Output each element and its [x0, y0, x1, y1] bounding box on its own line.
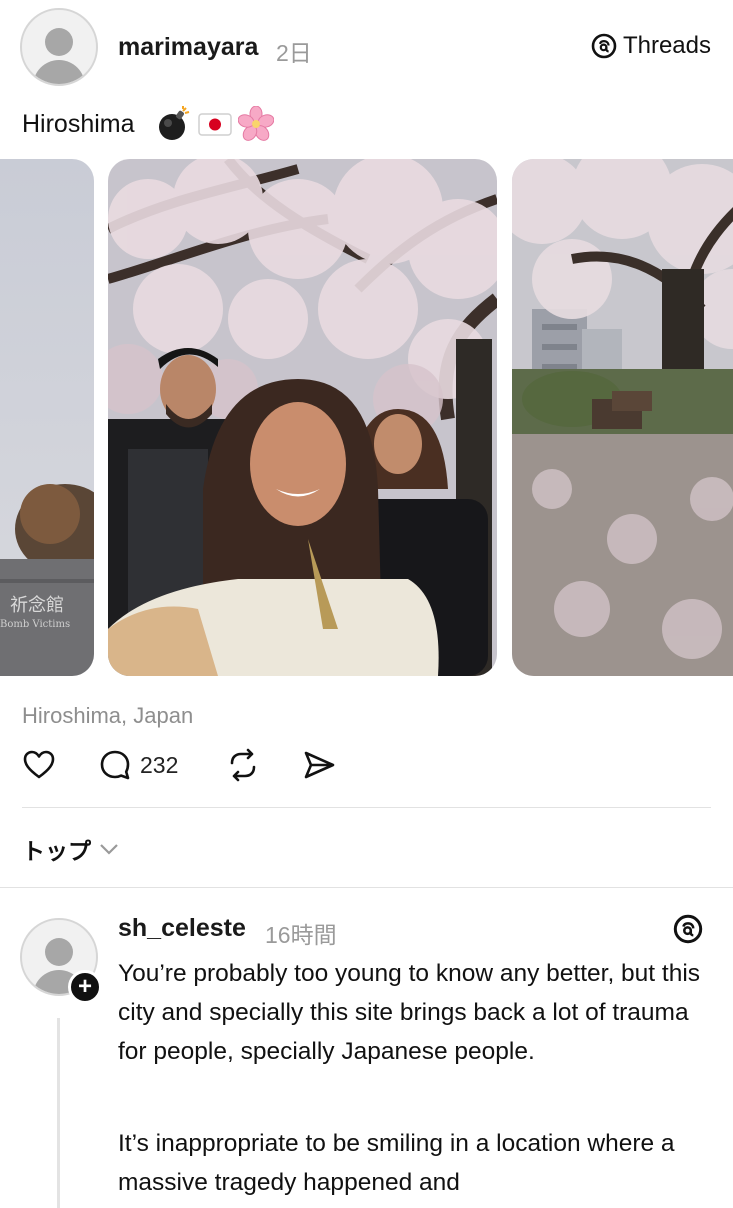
open-in-threads-link[interactable]: Threads: [591, 32, 711, 60]
selfie-under-cherry-blossoms-image: [108, 159, 497, 676]
threads-label: Threads: [622, 32, 711, 59]
like-button[interactable]: [22, 748, 56, 782]
heart-icon: [23, 750, 55, 779]
post-location[interactable]: Hiroshima, Japan: [22, 703, 193, 729]
post-timestamp: 2日: [276, 40, 312, 66]
post-caption: Hiroshima: [22, 110, 135, 138]
bomb-emoji-icon: [159, 106, 190, 140]
follow-plus-icon[interactable]: +: [68, 970, 102, 1004]
reply-text-paragraph-2: It’s inappropriate to be smiling in a lo…: [118, 1130, 675, 1196]
repost-button[interactable]: [226, 748, 260, 782]
avatar-placeholder-head: [45, 28, 73, 56]
replies-sort-dropdown[interactable]: トップ: [22, 832, 119, 866]
reply-timestamp: 16時間: [265, 922, 337, 948]
threads-logo-icon: [591, 33, 617, 59]
chevron-down-icon: [100, 844, 118, 855]
send-icon: [304, 751, 335, 779]
reply-username[interactable]: sh_celeste: [118, 914, 246, 943]
sort-label: トップ: [22, 838, 91, 864]
carousel-photo-memorial[interactable]: 祈念館 Bomb Victims: [0, 159, 94, 676]
avatar-placeholder-head: [45, 938, 73, 966]
comment-bubble-icon: [100, 750, 130, 780]
carousel-photo-selfie[interactable]: [108, 159, 497, 676]
post-author-avatar[interactable]: [20, 8, 98, 86]
reply-text-paragraph-1: You’re probably too young to know any be…: [118, 960, 701, 1065]
reply-thread-line: [57, 1018, 60, 1208]
post-username[interactable]: marimayara: [118, 33, 258, 62]
svg-text:Bomb Victims: Bomb Victims: [0, 619, 70, 630]
avatar-placeholder-body: [33, 60, 85, 84]
share-button[interactable]: [302, 748, 336, 782]
memorial-wall-photo-image: 祈念館 Bomb Victims: [0, 159, 94, 676]
carousel-photo-park[interactable]: [512, 159, 733, 676]
sort-divider: [0, 887, 733, 888]
repost-icon: [230, 748, 256, 782]
cherry-blossom-emoji-icon: [238, 106, 274, 141]
svg-text:祈念館: 祈念館: [10, 594, 64, 616]
post-divider: [22, 807, 711, 808]
caption-emoji-row: [156, 106, 274, 142]
reply-count: 232: [140, 751, 179, 778]
threads-logo-icon: [673, 914, 703, 944]
reply-threads-button[interactable]: [673, 914, 703, 949]
post-action-bar: 232: [22, 748, 722, 786]
reply-button[interactable]: 232: [98, 748, 178, 782]
japan-flag-emoji-icon: [198, 113, 232, 136]
park-bench-cherry-trees-image: [512, 159, 733, 676]
